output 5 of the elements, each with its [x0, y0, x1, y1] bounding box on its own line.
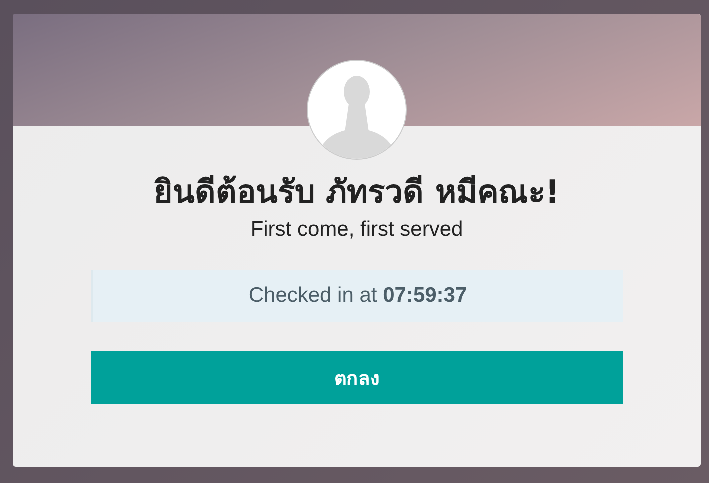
ok-button[interactable]: ตกลง: [91, 351, 623, 404]
greeting-title: ยินดีต้อนรับ ภัทรวดี หมีคณะ!: [154, 172, 560, 213]
subtitle-text: First come, first served: [250, 218, 464, 242]
avatar-icon: [307, 60, 407, 160]
status-message: Checked in at 07:59:37: [91, 270, 623, 322]
